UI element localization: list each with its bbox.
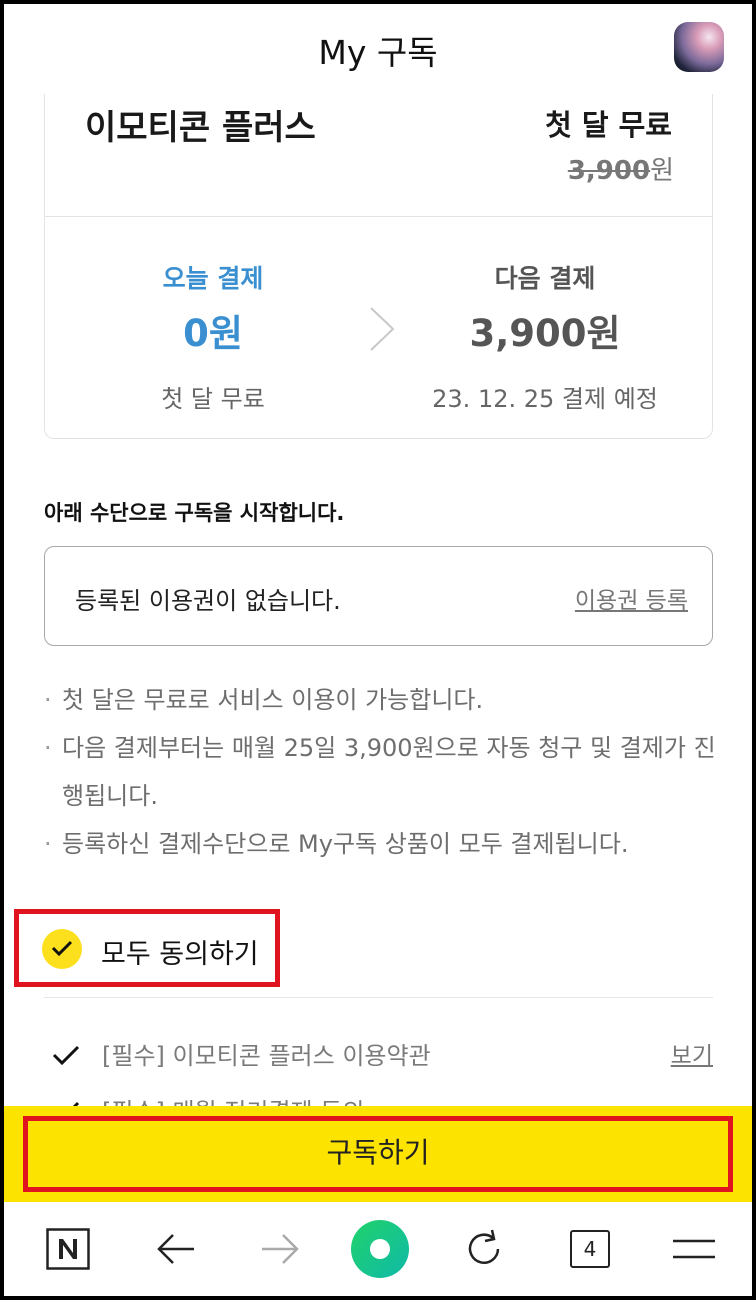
register-voucher-link[interactable]: 이용권 등록 [575,581,688,615]
tab-count: 4 [583,1237,597,1261]
voucher-empty-message: 등록된 이용권이 없습니다. [75,587,341,615]
check-circle-icon [42,929,82,969]
refresh-icon [468,1229,500,1264]
next-payment: 다음 결제 3,900원 23. 12. 25 결제 예정 [395,259,695,414]
refresh-button[interactable] [456,1202,512,1296]
today-payment-amount: 0원 [183,312,243,355]
today-payment-note: 첫 달 무료 [161,385,265,413]
view-terms-link[interactable]: 보기 [671,1036,713,1070]
notice-item: 다음 결제부터는 매월 25일 3,900원으로 자동 청구 및 결제가 진행됩… [44,724,724,820]
check-icon [52,1045,80,1066]
next-payment-amount: 3,900원 [469,312,621,355]
product-card: 이모티콘 플러스 첫 달 무료 3,900원 오늘 결제 0원 첫 달 무료 다… [44,94,713,439]
back-button[interactable] [148,1202,204,1296]
agree-all-label: 모두 동의하기 [101,939,259,970]
tab-count-icon: 4 [570,1230,610,1268]
naver-home-button[interactable] [40,1202,96,1296]
notice-list: 첫 달은 무료로 서비스 이용이 가능합니다. 다음 결제부터는 매월 25일 … [44,676,724,868]
next-payment-label: 다음 결제 [494,264,596,293]
divider [44,997,713,998]
payment-method-title: 아래 수단으로 구독을 시작합니다. [44,501,345,525]
green-dot-button[interactable] [344,1202,416,1296]
card-divider [45,216,712,217]
header: My 구독 [4,4,752,92]
original-price: 3,900원 [568,150,674,187]
term-row[interactable]: [필수] 이모티콘 플러스 이용약관 보기 [44,1032,713,1082]
promo-label: 첫 달 무료 [545,108,672,142]
avatar[interactable] [674,22,724,72]
subscribe-button[interactable]: 구독하기 [23,1116,733,1192]
notice-item: 첫 달은 무료로 서비스 이용이 가능합니다. [44,676,724,724]
arrow-right-icon [262,1234,299,1264]
original-price-value: 3,900 [567,156,651,186]
today-payment-label: 오늘 결제 [162,264,264,293]
naver-n-icon [46,1228,90,1270]
currency-unit: 원 [650,156,674,186]
product-name: 이모티콘 플러스 [85,108,316,148]
page-title: My 구독 [318,33,438,72]
browser-toolbar: 4 [4,1202,752,1296]
notice-item: 등록하신 결제수단으로 My구독 상품이 모두 결제됩니다. [44,820,724,868]
today-payment: 오늘 결제 0원 첫 달 무료 [63,259,363,414]
agree-all-checkbox[interactable]: 모두 동의하기 [14,909,280,987]
next-payment-note: 23. 12. 25 결제 예정 [432,385,658,413]
voucher-box: 등록된 이용권이 없습니다. 이용권 등록 [44,546,713,646]
term-label: [필수] 이모티콘 플러스 이용약관 [102,1042,431,1070]
arrow-left-icon [157,1234,194,1264]
menu-button[interactable] [666,1202,722,1296]
hamburger-icon [673,1239,715,1259]
subscribe-bar: 구독하기 [4,1106,752,1202]
green-dot-icon [351,1220,409,1278]
screen: My 구독 이모티콘 플러스 첫 달 무료 3,900원 오늘 결제 0원 첫 … [4,4,752,1296]
forward-button[interactable] [252,1202,308,1296]
tabs-button[interactable]: 4 [562,1202,618,1296]
